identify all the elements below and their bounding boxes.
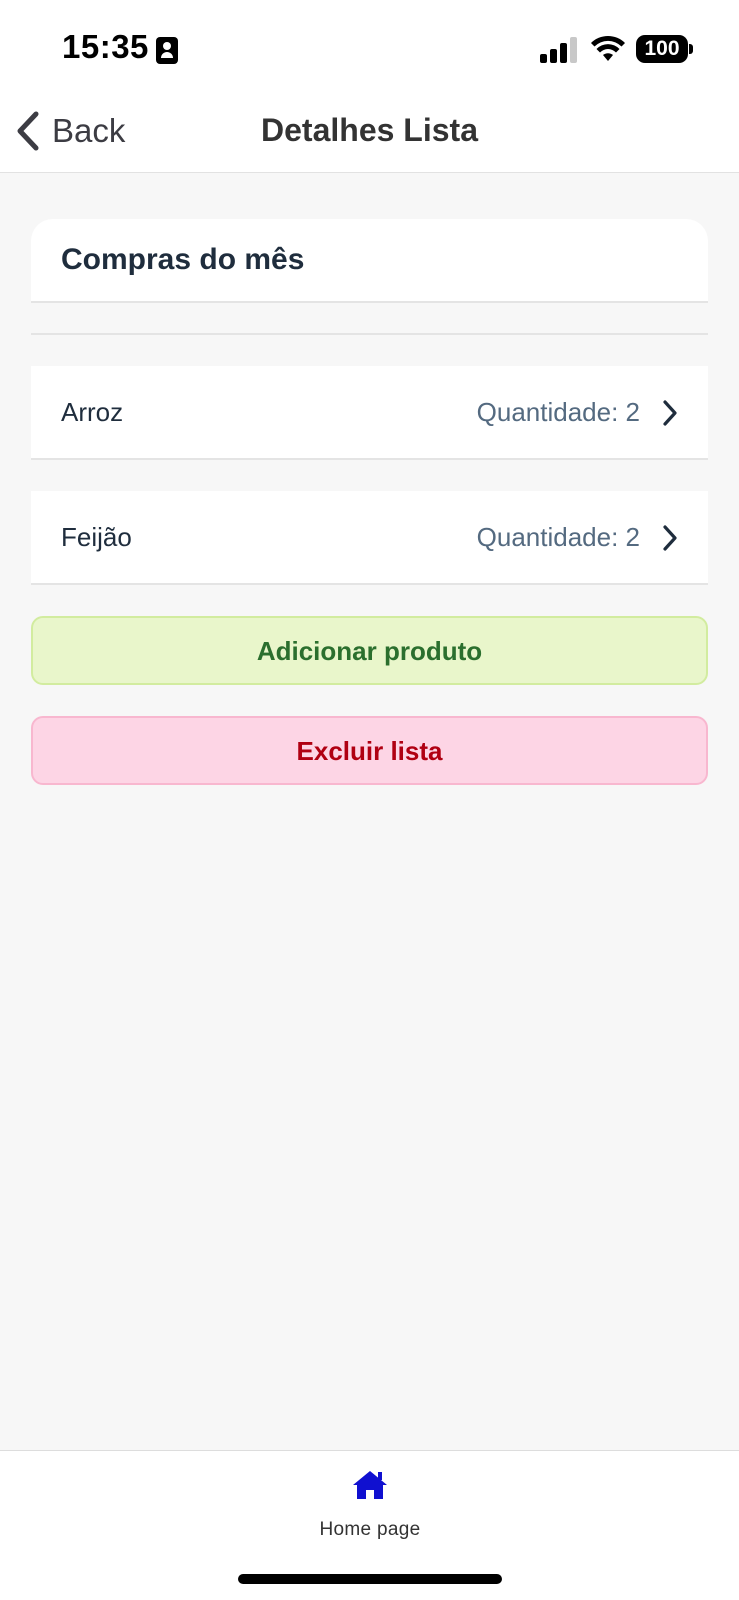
product-quantity: Quantidade: 2 bbox=[476, 397, 640, 427]
list-title: Compras do mês bbox=[61, 243, 305, 276]
home-icon bbox=[353, 1471, 387, 1499]
chevron-right-icon bbox=[663, 400, 677, 426]
product-row-feijao[interactable]: Feijão Quantidade: 2 bbox=[31, 491, 708, 585]
navigation-bar: Back Detalhes Lista bbox=[0, 92, 739, 173]
product-row-arroz[interactable]: Arroz Quantidade: 2 bbox=[31, 366, 708, 460]
product-quantity: Quantidade: 2 bbox=[476, 522, 640, 552]
home-indicator[interactable] bbox=[238, 1574, 502, 1584]
status-bar: 15:35 100 bbox=[0, 0, 739, 92]
battery-tip bbox=[689, 44, 693, 54]
chevron-right-icon bbox=[663, 525, 677, 551]
divider bbox=[31, 333, 708, 335]
screen: 15:35 100 Back Detalhes Lista Compras do… bbox=[0, 0, 739, 1600]
product-name: Feijão bbox=[61, 522, 132, 552]
page-title: Detalhes Lista bbox=[261, 112, 478, 148]
product-name: Arroz bbox=[61, 397, 124, 427]
add-product-button[interactable]: Adicionar produto bbox=[31, 616, 708, 685]
contact-card-icon bbox=[156, 37, 178, 64]
cellular-signal-icon bbox=[540, 37, 578, 63]
delete-list-button[interactable]: Excluir lista bbox=[31, 716, 708, 785]
wifi-icon bbox=[591, 35, 625, 61]
tab-label: Home page bbox=[319, 1519, 421, 1540]
tab-home[interactable]: Home page bbox=[300, 1469, 440, 1549]
status-time: 15:35 bbox=[62, 28, 149, 65]
battery-icon: 100 bbox=[636, 35, 688, 63]
list-header-card: Compras do mês bbox=[31, 219, 708, 303]
